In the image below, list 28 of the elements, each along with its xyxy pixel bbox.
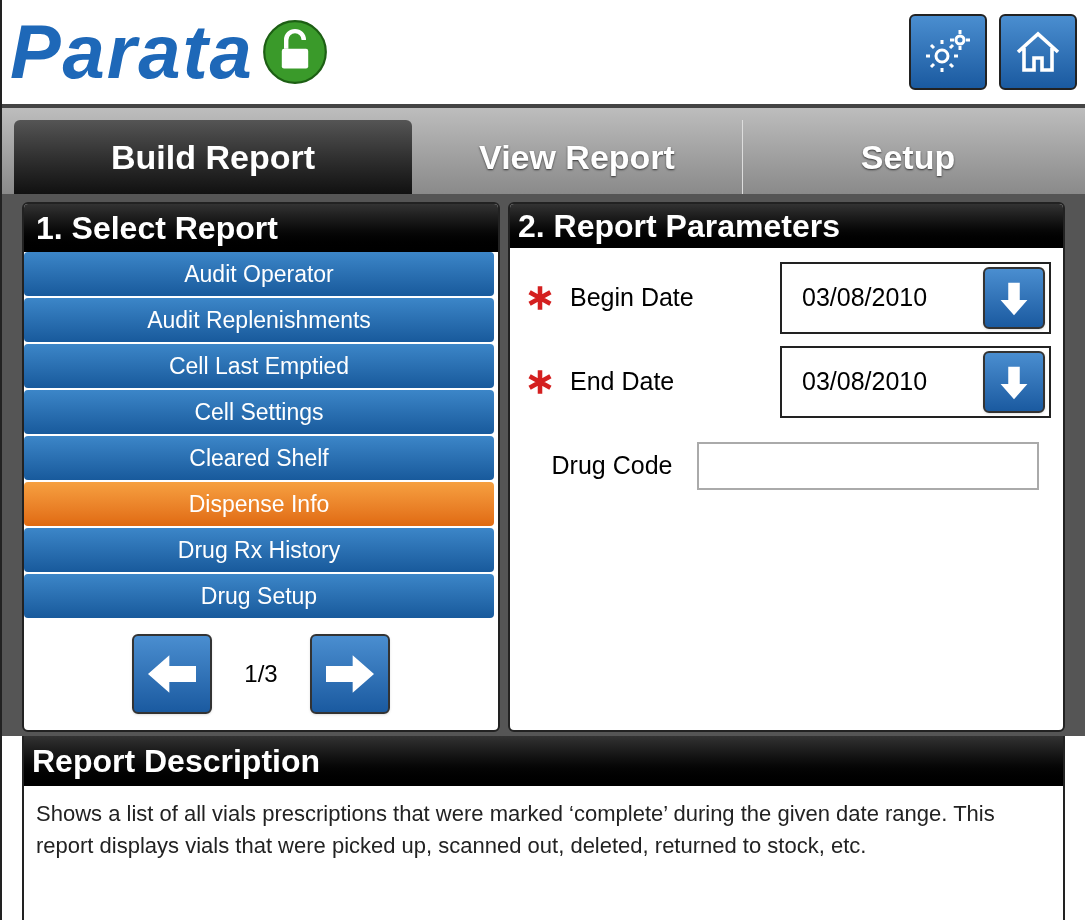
- description-text: Shows a list of all vials prescriptions that were marked ‘complete’ during the given date range. This report displays vials that were picked up, scanned out, deleted, returned to stock, etc.: [35, 800, 996, 860]
- settings-button[interactable]: [909, 14, 987, 90]
- field-label: End Date: [570, 366, 676, 398]
- report-item[interactable]: Dispense Info: [24, 482, 494, 526]
- tab[interactable]: Setup: [743, 120, 1073, 194]
- report-item[interactable]: Audit Replenishments: [24, 298, 494, 342]
- panel-title: 1. Select Report: [36, 209, 278, 248]
- dropdown-button[interactable]: [983, 351, 1045, 413]
- logo-text: Parata: [10, 14, 254, 90]
- previous-page-button[interactable]: [132, 634, 213, 714]
- report-item[interactable]: Cell Last Emptied: [24, 344, 494, 388]
- tab[interactable]: Build Report: [14, 120, 412, 194]
- home-button[interactable]: [999, 14, 1077, 90]
- field-label: Drug Code: [551, 450, 674, 482]
- dropdown-button[interactable]: [983, 267, 1045, 329]
- next-page-button[interactable]: [309, 634, 390, 714]
- date-field[interactable]: 03/08/2010: [780, 262, 1051, 334]
- report-item[interactable]: Drug Setup: [24, 574, 494, 618]
- input-field[interactable]: [697, 442, 1039, 490]
- page-indicator: 1/3: [244, 659, 278, 689]
- panel-title: Report Description: [32, 742, 321, 781]
- date-field[interactable]: 03/08/2010: [780, 346, 1051, 418]
- report-item[interactable]: Drug Rx History: [24, 528, 494, 572]
- report-item[interactable]: Audit Operator: [24, 252, 494, 296]
- report-item[interactable]: Cell Settings: [24, 390, 494, 434]
- field-label: Begin Date: [570, 282, 695, 314]
- report-item[interactable]: Cleared Shelf: [24, 436, 494, 480]
- panel-title: 2. Report Parameters: [518, 207, 840, 246]
